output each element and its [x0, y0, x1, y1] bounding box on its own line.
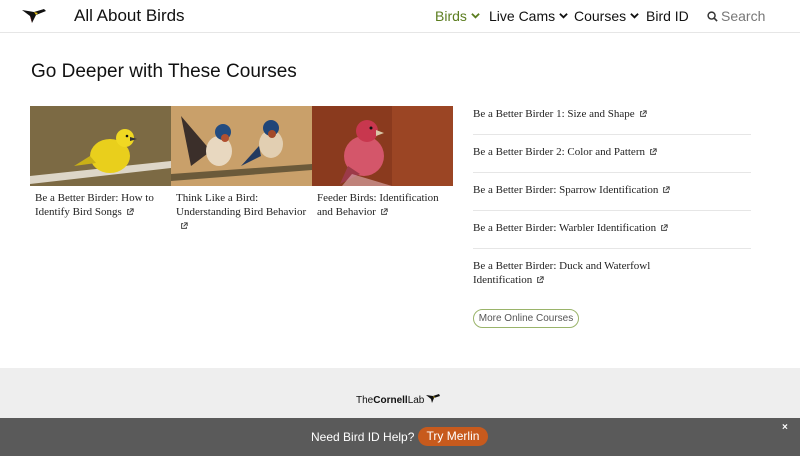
logo-lab: Lab — [407, 395, 425, 406]
course-link-text: Be a Better Birder: Sparrow Identificati… — [473, 184, 659, 196]
course-link-text: Be a Better Birder: Warbler Identificati… — [473, 222, 657, 234]
chevron-down-icon — [559, 13, 568, 19]
nav-courses-label: Courses — [574, 8, 627, 24]
external-link-icon — [381, 208, 388, 215]
course-card-title-text: Think Like a Bird: Understanding Bird Be… — [176, 192, 307, 218]
nav-courses[interactable]: Courses — [574, 8, 639, 24]
course-card[interactable]: Think Like a Bird: Understanding Bird Be… — [171, 106, 312, 233]
course-card-title-text: Feeder Birds: Identification and Behavio… — [317, 192, 439, 218]
course-link[interactable]: Be a Better Birder: Duck and Waterfowl I… — [473, 249, 673, 300]
more-online-courses-button[interactable]: More Online Courses — [473, 309, 579, 328]
yellow-warbler-photo[interactable] — [30, 106, 171, 186]
nav-birds[interactable]: Birds — [435, 8, 480, 24]
nav-bird-id-label: Bird ID — [646, 8, 689, 24]
course-link[interactable]: Be a Better Birder: Sparrow Identificati… — [473, 173, 751, 211]
search-icon — [707, 11, 718, 22]
course-card-title[interactable]: Be a Better Birder: How to Identify Bird… — [30, 191, 171, 219]
course-card[interactable]: Feeder Birds: Identification and Behavio… — [312, 106, 453, 219]
search-button[interactable]: Search — [707, 8, 765, 24]
logo-the: The — [356, 395, 374, 406]
external-link-icon — [663, 186, 671, 193]
nav-birds-label: Birds — [435, 8, 467, 24]
external-link-icon — [650, 148, 657, 155]
external-link-icon — [126, 208, 134, 215]
course-link-text: Be a Better Birder: Duck and Waterfowl I… — [473, 260, 651, 286]
chevron-down-icon — [630, 13, 639, 19]
section-title: Go Deeper with These Courses — [31, 61, 297, 82]
course-link-text: Be a Better Birder 1: Size and Shape — [473, 108, 635, 120]
search-label: Search — [721, 8, 766, 24]
nav-live-cams-label: Live Cams — [489, 8, 556, 24]
nav-live-cams[interactable]: Live Cams — [489, 8, 568, 24]
course-link[interactable]: Be a Better Birder 2: Color and Pattern — [473, 135, 751, 173]
course-link[interactable]: Be a Better Birder: Warbler Identificati… — [473, 211, 751, 249]
close-icon[interactable]: × — [782, 422, 788, 433]
nav-bird-id[interactable]: Bird ID — [646, 8, 689, 24]
site-header: All About Birds Birds Live Cams Courses … — [0, 0, 800, 33]
course-card-title[interactable]: Think Like a Bird: Understanding Bird Be… — [171, 191, 312, 233]
course-card[interactable]: Be a Better Birder: How to Identify Bird… — [30, 106, 171, 219]
external-link-icon — [537, 276, 544, 283]
course-link-list: Be a Better Birder 1: Size and Shape Be … — [473, 97, 751, 300]
site-footer: TheCornellLab — [0, 368, 800, 418]
course-card-title-text: Be a Better Birder: How to Identify Bird… — [35, 192, 154, 218]
logo-cornell: Cornell — [373, 395, 408, 406]
course-link-text: Be a Better Birder 2: Color and Pattern — [473, 146, 645, 158]
bird-logo-icon — [426, 394, 441, 403]
chevron-down-icon — [471, 13, 480, 19]
merlin-banner: Need Bird ID Help? Try Merlin × — [0, 418, 800, 456]
course-card-title[interactable]: Feeder Birds: Identification and Behavio… — [312, 191, 453, 219]
external-link-icon — [181, 222, 188, 229]
try-merlin-button[interactable]: Try Merlin — [418, 427, 488, 446]
main-nav: Birds Live Cams Courses Bird ID Search — [0, 8, 800, 28]
purple-finch-photo[interactable] — [312, 106, 453, 186]
course-link[interactable]: Be a Better Birder 1: Size and Shape — [473, 97, 751, 135]
external-link-icon — [639, 110, 647, 117]
cornell-lab-logo[interactable]: TheCornellLab — [356, 393, 441, 406]
barn-swallows-photo[interactable] — [171, 106, 312, 186]
external-link-icon — [661, 224, 668, 231]
banner-text: Need Bird ID Help? — [311, 430, 415, 444]
